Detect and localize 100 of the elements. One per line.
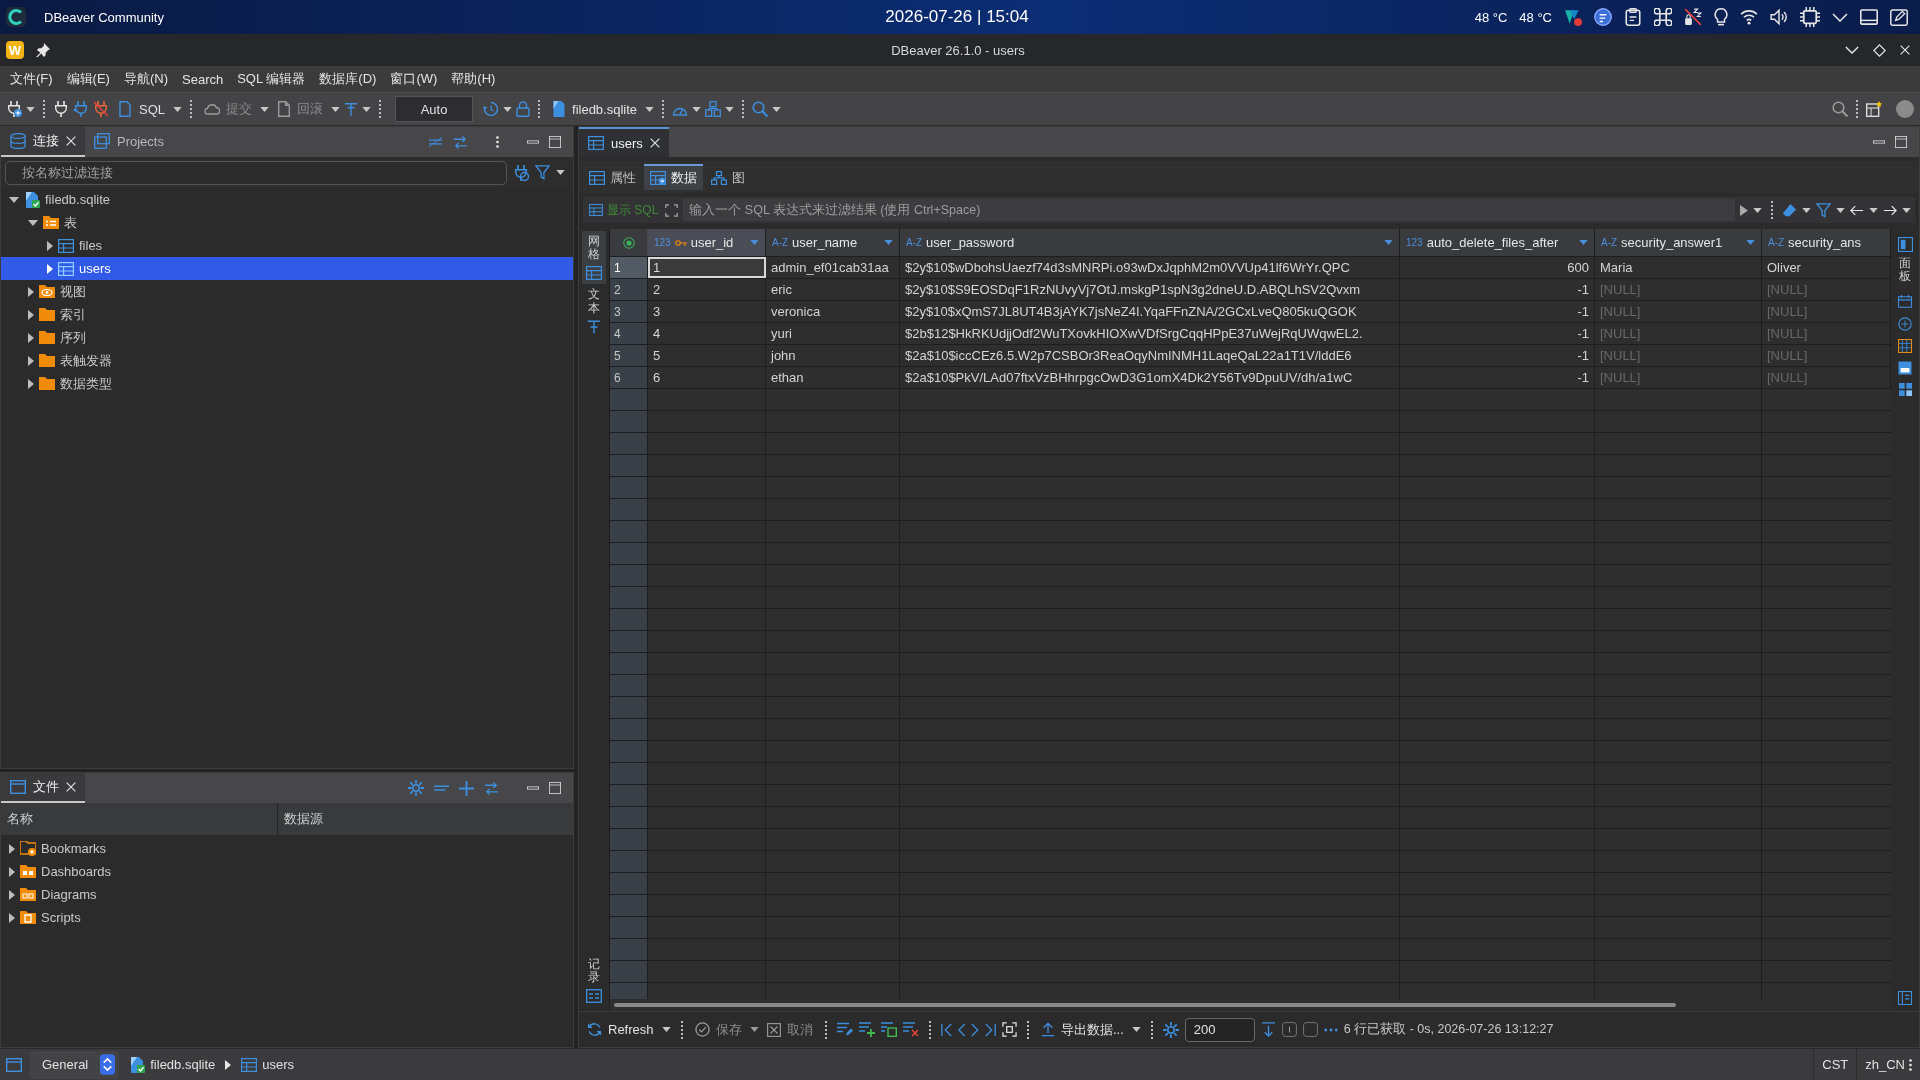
caret-icon[interactable] (1902, 207, 1911, 213)
caret-icon[interactable] (503, 106, 512, 112)
sql-editor-button[interactable]: SQL (113, 96, 169, 122)
eraser-icon[interactable] (1782, 202, 1797, 218)
tree-item[interactable]: 数据类型 (1, 372, 573, 395)
sleep-off-icon[interactable] (1684, 8, 1702, 26)
collapse-icon[interactable] (434, 784, 449, 792)
column-header[interactable]: 名称 (1, 803, 278, 835)
bar-table-icon[interactable] (1898, 339, 1912, 354)
menu-icon[interactable] (496, 135, 499, 149)
column-header[interactable]: 123 user_id (648, 229, 766, 256)
tree-item[interactable]: 表 (1, 211, 573, 234)
panel-tab[interactable]: 文件 (1, 773, 85, 803)
circle-grid-icon[interactable] (1898, 317, 1912, 332)
row-number[interactable]: 6 (610, 367, 648, 388)
maximize-icon[interactable] (549, 136, 561, 148)
menu-item[interactable]: Search (175, 71, 231, 87)
link-arrows-icon[interactable] (453, 134, 468, 150)
minimize-icon[interactable] (527, 786, 539, 790)
caret-icon[interactable] (772, 106, 782, 112)
side-view-tab[interactable]: 网格 (582, 231, 606, 285)
settings-icon[interactable] (1162, 1021, 1179, 1038)
caret-icon[interactable] (1869, 207, 1878, 213)
link-arrows-icon[interactable] (484, 780, 499, 796)
caret-icon[interactable] (1753, 207, 1762, 213)
expander-icon[interactable] (28, 219, 38, 226)
expander-icon[interactable] (28, 332, 34, 343)
tree-item[interactable]: users (1, 257, 573, 280)
expander-icon[interactable] (28, 355, 34, 366)
tree-item[interactable]: filedb.sqlite (1, 188, 573, 211)
tree-item[interactable]: 视图 (1, 280, 573, 303)
window-icon[interactable] (6, 1057, 22, 1072)
disconnect-icon[interactable] (93, 101, 109, 117)
copy-row-icon[interactable] (880, 1022, 897, 1037)
record-status-icon[interactable] (622, 236, 635, 249)
menu-item[interactable]: 编辑(E) (59, 70, 117, 88)
menu-item[interactable]: 窗口(W) (383, 70, 445, 88)
circle-app-icon[interactable] (1594, 8, 1612, 26)
first-page-icon[interactable] (940, 1022, 952, 1037)
close-icon[interactable] (66, 782, 76, 792)
app-logo-icon[interactable] (6, 7, 26, 27)
menu-item[interactable]: 帮助(H) (444, 70, 503, 88)
fetch-next-icon[interactable] (1260, 1022, 1276, 1037)
tree-item[interactable]: Scripts (1, 906, 573, 929)
empty-square-icon[interactable] (1302, 1022, 1318, 1037)
expander-icon[interactable] (28, 309, 34, 320)
play-icon[interactable] (1740, 204, 1748, 216)
breadcrumb-link[interactable]: filedb.sqlite (127, 1056, 218, 1073)
add-row-icon[interactable] (858, 1022, 875, 1037)
wifi-icon[interactable] (1740, 9, 1758, 25)
editor-tab[interactable]: users (579, 127, 669, 157)
row-number[interactable]: 2 (610, 279, 648, 300)
row-number[interactable]: 1 (610, 257, 648, 278)
chip-icon[interactable] (1800, 7, 1820, 27)
caret-icon[interactable] (331, 106, 340, 112)
column-header[interactable]: A-Z user_password (900, 229, 1400, 256)
expander-icon[interactable] (9, 843, 15, 854)
caret-icon[interactable] (661, 1027, 671, 1032)
caret-icon[interactable] (1131, 1027, 1141, 1032)
side-view-tab[interactable]: 文本 (583, 284, 605, 338)
side-panel-tab[interactable]: 面板 (1893, 233, 1917, 288)
filter-icon[interactable] (1816, 202, 1831, 218)
panel-tab[interactable]: 连接 (1, 127, 85, 157)
caret-icon[interactable] (173, 106, 182, 112)
row-number[interactable]: 5 (610, 345, 648, 366)
perspective-selector[interactable]: General (30, 1050, 120, 1079)
tiles-icon[interactable] (1898, 383, 1912, 397)
edit-row-icon[interactable] (836, 1022, 853, 1037)
caret-icon[interactable] (556, 170, 565, 175)
row-number[interactable]: 4 (610, 323, 648, 344)
pin-icon[interactable] (36, 43, 50, 57)
delete-row-icon[interactable] (902, 1022, 919, 1037)
breadcrumb-link[interactable]: users (239, 1057, 297, 1072)
caret-icon[interactable] (1836, 207, 1845, 213)
close-icon[interactable] (66, 136, 76, 146)
menu-item[interactable]: 文件(F) (3, 70, 60, 88)
expander-icon[interactable] (9, 196, 19, 203)
expander-icon[interactable] (9, 912, 15, 923)
caret-icon[interactable] (1802, 207, 1811, 213)
refresh-button[interactable]: Refresh (585, 1022, 656, 1037)
chevron-down-icon[interactable] (1832, 12, 1848, 22)
menu-icon[interactable] (1909, 1057, 1912, 1072)
app-status-icon[interactable] (1564, 8, 1582, 26)
tree-item[interactable]: Dashboards (1, 860, 573, 883)
active-connection-selector[interactable]: filedb.sqlite (548, 96, 642, 122)
screen-icon[interactable] (1860, 8, 1878, 26)
expander-icon[interactable] (28, 286, 34, 297)
tree-item[interactable]: 索引 (1, 303, 573, 326)
chevron-down-icon[interactable] (1845, 46, 1859, 54)
editor-view-tab[interactable]: 图 (705, 164, 751, 190)
back-arrow-icon[interactable] (1850, 204, 1864, 216)
fit-page-icon[interactable] (1001, 1022, 1017, 1037)
expander-icon[interactable] (9, 889, 15, 900)
row-number[interactable]: 3 (610, 301, 648, 322)
expander-icon[interactable] (47, 263, 53, 274)
next-page-icon[interactable] (971, 1022, 979, 1037)
plug-icon[interactable] (53, 101, 69, 117)
side-view-tab[interactable]: 记录 (582, 953, 606, 1007)
caret-icon[interactable] (260, 106, 269, 112)
horizontal-scrollbar[interactable] (614, 1003, 1676, 1007)
